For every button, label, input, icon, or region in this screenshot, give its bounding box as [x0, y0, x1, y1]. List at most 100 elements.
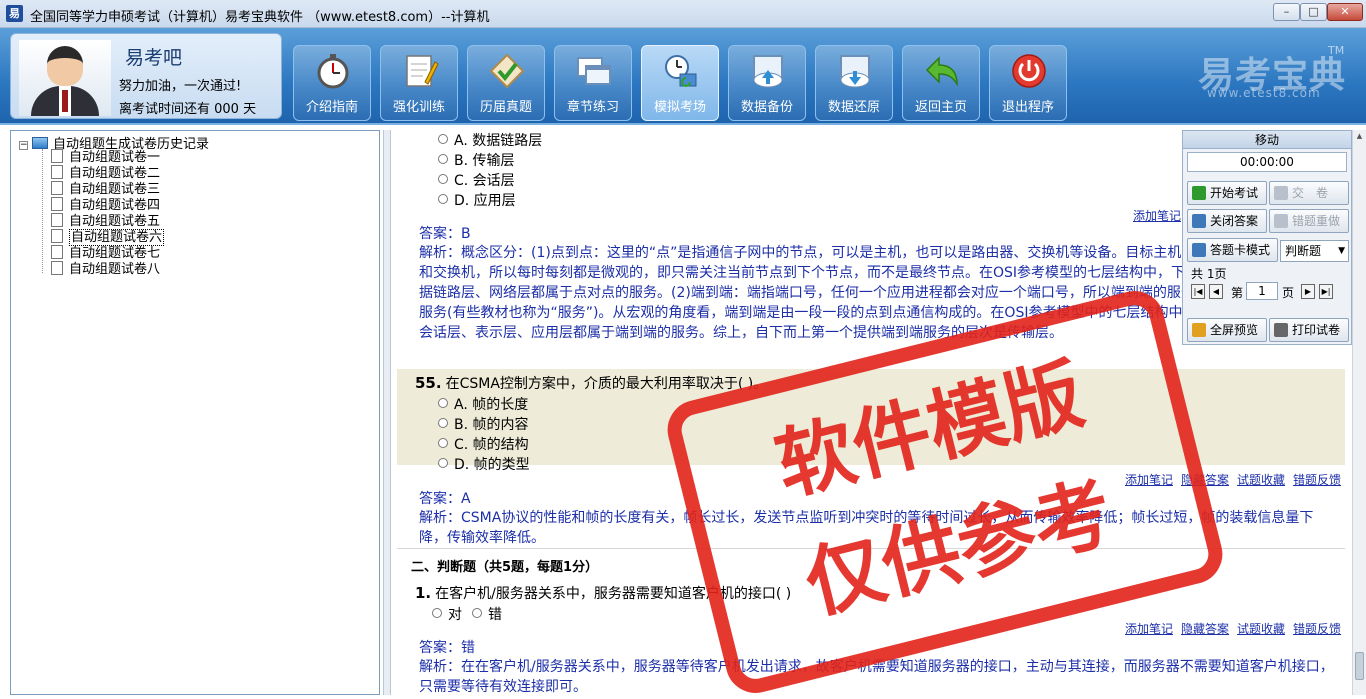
document-icon [51, 245, 63, 259]
collapse-icon[interactable]: − [19, 141, 28, 150]
question-type-select[interactable]: 判断题 ▼ [1280, 240, 1349, 262]
favorite-link[interactable]: 试题收藏 [1237, 473, 1285, 487]
option-d[interactable]: D. 帧的类型 [438, 454, 530, 474]
hide-answer-link[interactable]: 隐藏答案 [1181, 622, 1229, 636]
close-button[interactable]: ✕ [1327, 3, 1363, 21]
page-prefix: 第 [1231, 286, 1244, 300]
document-icon [51, 261, 63, 275]
next-page-button[interactable]: ▶ [1301, 284, 1315, 299]
check-icon [1192, 186, 1206, 200]
option-a[interactable]: A. 帧的长度 [438, 394, 528, 414]
fullscreen-preview-button[interactable]: 全屏预览 [1187, 318, 1267, 342]
tree-item[interactable]: 自动组题试卷一 [51, 149, 160, 165]
nav-mock-exam-button[interactable]: 模拟考场 [641, 45, 719, 121]
nav-chapter-button[interactable]: 章节练习 [554, 45, 632, 121]
option-true[interactable]: 对 [432, 604, 462, 624]
radio-icon[interactable] [438, 174, 448, 184]
feedback-link[interactable]: 错题反馈 [1293, 622, 1341, 636]
pane-splitter[interactable] [383, 130, 391, 695]
document-edit-icon [51, 229, 63, 243]
submit-button[interactable]: 交 卷 [1269, 181, 1349, 205]
tree-item[interactable]: 自动组题试卷五 [51, 213, 160, 229]
nav-label: 数据还原 [827, 100, 880, 115]
answer-text: 答案：B [419, 226, 471, 242]
windows-icon [577, 57, 611, 85]
favorite-link[interactable]: 试题收藏 [1237, 622, 1285, 636]
radio-icon[interactable] [438, 398, 448, 408]
nav-training-button[interactable]: 强化训练 [380, 45, 458, 121]
document-icon [51, 181, 63, 195]
save-icon [1274, 186, 1288, 200]
page-number-input[interactable]: 1 [1246, 282, 1278, 300]
option-false[interactable]: 错 [472, 604, 502, 624]
radio-icon[interactable] [438, 134, 448, 144]
computer-icon [32, 137, 48, 149]
add-note-link[interactable]: 添加笔记 [1125, 622, 1173, 636]
first-page-button[interactable]: |◀ [1191, 284, 1205, 299]
tree-item[interactable]: 自动组题试卷四 [51, 197, 160, 213]
document-icon [51, 165, 63, 179]
start-exam-button[interactable]: 开始考试 [1187, 181, 1267, 205]
close-answer-button[interactable]: 关闭答案 [1187, 209, 1267, 233]
radio-icon[interactable] [438, 418, 448, 428]
option-c[interactable]: C. 帧的结构 [438, 434, 529, 454]
option-b[interactable]: B. 传输层 [438, 150, 515, 170]
maximize-button[interactable]: □ [1300, 3, 1327, 21]
stopwatch-icon [317, 54, 349, 89]
nav-label: 介绍指南 [305, 100, 358, 115]
panel-title[interactable]: 移动 [1183, 131, 1351, 149]
wrong-redo-button[interactable]: 错题重做 [1269, 209, 1349, 233]
add-note-link[interactable]: 添加笔记 [1125, 207, 1181, 224]
tree-item[interactable]: 自动组题试卷二 [51, 165, 160, 181]
radio-icon[interactable] [438, 154, 448, 164]
nav-restore-button[interactable]: 数据还原 [815, 45, 893, 121]
option-b[interactable]: B. 帧的内容 [438, 414, 529, 434]
radio-icon[interactable] [438, 194, 448, 204]
question-links: 添加笔记 隐藏答案 试题收藏 错题反馈 [1117, 620, 1341, 637]
nav-exit-button[interactable]: 退出程序 [989, 45, 1067, 121]
card-icon [1192, 243, 1206, 257]
nav-label: 退出程序 [1001, 100, 1054, 115]
option-a[interactable]: A. 数据链路层 [438, 130, 542, 150]
nav-intro-button[interactable]: 介绍指南 [293, 45, 371, 121]
profile-name: 易考吧 [125, 47, 183, 69]
answer-text: 答案：A [419, 491, 471, 507]
scroll-up-icon[interactable]: ▲ [1354, 131, 1365, 142]
question-55: 55. 在CSMA控制方案中，介质的最大利用率取决于( )。 [415, 374, 768, 392]
print-exam-button[interactable]: 打印试卷 [1269, 318, 1349, 342]
cloud-upload-icon [753, 55, 783, 88]
back-arrow-icon [925, 56, 958, 87]
document-icon [51, 213, 63, 227]
feedback-link[interactable]: 错题反馈 [1293, 473, 1341, 487]
radio-icon[interactable] [472, 608, 482, 618]
nav-past-papers-button[interactable]: 历届真题 [467, 45, 545, 121]
minimize-button[interactable]: – [1273, 3, 1300, 21]
profile-motto: 努力加油，一次通过! [119, 79, 242, 94]
tree-item-selected[interactable]: 自动组题试卷六 [51, 229, 165, 246]
tree-item[interactable]: 自动组题试卷八 [51, 261, 160, 277]
answer-text: 答案：错 [419, 640, 475, 656]
last-page-button[interactable]: ▶| [1319, 284, 1333, 299]
history-tree-panel: − 自动组题生成试卷历史记录 自动组题试卷一 自动组题试卷二 自动组题试卷三 自动… [10, 130, 380, 695]
answer-card-mode-button[interactable]: 答题卡模式 [1187, 238, 1278, 262]
radio-icon[interactable] [432, 608, 442, 618]
option-d[interactable]: D. 应用层 [438, 190, 516, 210]
prev-page-button[interactable]: ◀ [1209, 284, 1223, 299]
nav-label: 强化训练 [392, 100, 445, 115]
exam-countdown: 离考试时间还有 000 天 [119, 102, 257, 117]
nav-label: 数据备份 [740, 100, 793, 115]
tree-item[interactable]: 自动组题试卷七 [51, 245, 160, 261]
option-c[interactable]: C. 会话层 [438, 170, 515, 190]
tree-item[interactable]: 自动组题试卷三 [51, 181, 160, 197]
notepad-icon [406, 55, 439, 87]
radio-icon[interactable] [438, 458, 448, 468]
exam-control-panel: 移动 00:00:00 开始考试 交 卷 关闭答案 错题重做 答题卡模式 判断题… [1182, 130, 1352, 345]
scrollbar-thumb[interactable] [1355, 652, 1364, 680]
nav-backup-button[interactable]: 数据备份 [728, 45, 806, 121]
document-icon [51, 197, 63, 211]
document-icon [1192, 214, 1206, 228]
vertical-scrollbar[interactable]: ▲ [1352, 130, 1366, 695]
radio-icon[interactable] [438, 438, 448, 448]
checkmark-box-icon [489, 53, 525, 89]
nav-home-button[interactable]: 返回主页 [902, 45, 980, 121]
